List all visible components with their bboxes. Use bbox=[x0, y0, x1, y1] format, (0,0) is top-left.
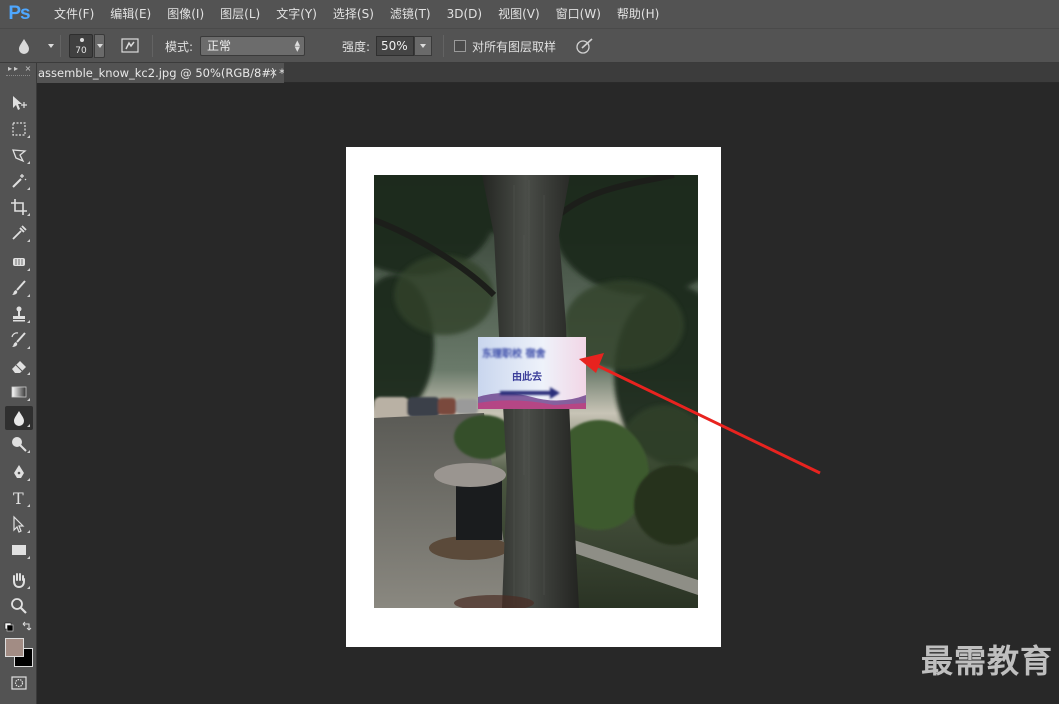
strength-input[interactable]: 50% bbox=[376, 36, 414, 56]
quick-mask-icon bbox=[11, 676, 27, 690]
marquee-tool[interactable] bbox=[5, 117, 33, 141]
mode-select[interactable]: 正常 ▲ ▼ bbox=[200, 36, 305, 56]
mode-label: 模式: bbox=[165, 39, 194, 54]
default-colors-icon[interactable] bbox=[4, 622, 14, 632]
shape-tool[interactable] bbox=[5, 538, 33, 562]
rectangle-shape-icon bbox=[12, 545, 26, 555]
strength-slider-button[interactable] bbox=[414, 36, 432, 56]
chevron-down-icon bbox=[48, 44, 54, 48]
brush-panel-icon bbox=[121, 38, 139, 53]
rect-marquee-icon bbox=[12, 122, 26, 136]
move-tool[interactable] bbox=[5, 91, 33, 115]
menu-items: 文件(F) 编辑(E) 图像(I) 图层(L) 文字(Y) 选择(S) 滤镜(T) 3D(D)… bbox=[46, 0, 667, 28]
hand-icon bbox=[13, 573, 25, 589]
crop-tool[interactable] bbox=[5, 195, 33, 219]
blur-drop-icon bbox=[14, 411, 24, 426]
gradient-icon bbox=[11, 386, 27, 398]
document-tab[interactable]: assemble_know_kc2.jpg @ 50%(RGB/8#) * × bbox=[36, 63, 284, 83]
eyedropper-tool[interactable] bbox=[5, 221, 33, 245]
eraser-tool[interactable] bbox=[5, 354, 33, 378]
spinner-arrows-icon: ▲ ▼ bbox=[294, 39, 300, 53]
brush-icon bbox=[12, 280, 26, 295]
sample-all-layers-checkbox[interactable] bbox=[454, 40, 466, 52]
gradient-tool[interactable] bbox=[5, 380, 33, 404]
pen-tool[interactable] bbox=[5, 460, 33, 484]
path-selection-tool[interactable] bbox=[5, 512, 33, 536]
magic-wand-tool[interactable] bbox=[5, 169, 33, 193]
blur-drop-icon bbox=[19, 39, 29, 54]
brush-size-preview[interactable]: 70 bbox=[69, 34, 93, 58]
menu-item-3[interactable]: 图层(L) bbox=[212, 0, 268, 28]
tool-preset-picker[interactable] bbox=[10, 29, 54, 63]
options-bar: 70 模式: 正常 ▲ ▼ 强度: 50% 对所有图层取样 bbox=[0, 28, 1059, 63]
brush-picker[interactable]: 70 bbox=[69, 29, 105, 63]
menu-item-8[interactable]: 视图(V) bbox=[490, 0, 548, 28]
menu-item-1[interactable]: 编辑(E) bbox=[102, 0, 159, 28]
zoom-icon bbox=[11, 598, 27, 614]
toolbox-header[interactable]: ▸▸ × bbox=[0, 63, 36, 75]
annotation-arrow bbox=[579, 353, 821, 475]
path-select-arrow-icon bbox=[13, 515, 25, 533]
type-icon: T bbox=[13, 489, 24, 507]
lasso-icon bbox=[12, 149, 27, 163]
document-tab-title: assemble_know_kc2.jpg @ 50%(RGB/8#) * bbox=[38, 66, 284, 80]
canvas-area[interactable]: 东理职校 宿舍 由此去 bbox=[38, 83, 1059, 704]
eraser-icon bbox=[12, 361, 26, 373]
svg-text:T: T bbox=[13, 489, 24, 507]
pen-icon bbox=[14, 465, 24, 478]
document-tab-bar: assemble_know_kc2.jpg @ 50%(RGB/8#) * × bbox=[0, 63, 1059, 83]
dodge-tool[interactable] bbox=[5, 432, 33, 456]
clone-stamp-tool[interactable] bbox=[5, 302, 33, 326]
toolbox-grip[interactable] bbox=[6, 75, 30, 81]
crop-icon bbox=[11, 199, 27, 215]
close-tab-icon[interactable]: × bbox=[269, 63, 278, 83]
blur-tool[interactable] bbox=[5, 406, 33, 430]
brush-panel-toggle[interactable] bbox=[120, 29, 140, 63]
move-icon bbox=[13, 96, 27, 110]
chevron-down-icon bbox=[96, 44, 103, 48]
menu-item-10[interactable]: 帮助(H) bbox=[609, 0, 667, 28]
menu-item-0[interactable]: 文件(F) bbox=[46, 0, 102, 28]
color-swap-controls bbox=[4, 621, 34, 633]
history-brush-tool[interactable] bbox=[5, 328, 33, 352]
color-swatches bbox=[5, 638, 35, 670]
menu-item-5[interactable]: 选择(S) bbox=[325, 0, 382, 28]
dodge-icon bbox=[12, 437, 27, 452]
pressure-pen-icon bbox=[576, 38, 593, 54]
menu-item-7[interactable]: 3D(D) bbox=[439, 0, 490, 28]
lasso-tool[interactable] bbox=[5, 143, 33, 167]
menu-item-2[interactable]: 图像(I) bbox=[159, 0, 212, 28]
bandage-icon bbox=[13, 258, 25, 266]
hand-tool[interactable] bbox=[5, 568, 33, 592]
brush-tool[interactable] bbox=[5, 276, 33, 300]
photoshop-logo: Ps bbox=[8, 3, 30, 24]
foreground-color-swatch[interactable] bbox=[5, 638, 24, 657]
menu-item-6[interactable]: 滤镜(T) bbox=[382, 0, 439, 28]
menu-bar: Ps 文件(F) 编辑(E) 图像(I) 图层(L) 文字(Y) 选择(S) 滤镜(T) 3D… bbox=[0, 0, 1059, 28]
pressure-button[interactable] bbox=[574, 29, 596, 63]
menu-item-4[interactable]: 文字(Y) bbox=[268, 0, 325, 28]
chevron-down-icon bbox=[420, 44, 426, 48]
zoom-tool[interactable] bbox=[5, 594, 33, 618]
eyedropper-icon bbox=[12, 225, 27, 240]
quick-mask-tool[interactable] bbox=[5, 672, 33, 694]
sample-all-layers-label: 对所有图层取样 bbox=[472, 39, 557, 54]
healing-brush-tool[interactable] bbox=[5, 250, 33, 274]
swap-colors-icon[interactable] bbox=[22, 621, 32, 631]
toolbox: ▸▸ × T bbox=[0, 63, 37, 704]
stamp-icon bbox=[13, 306, 25, 322]
mode-select-value: 正常 bbox=[207, 39, 232, 53]
menu-item-9[interactable]: 窗口(W) bbox=[548, 0, 609, 28]
magic-wand-icon bbox=[12, 174, 27, 188]
watermark-text: 最需教育 bbox=[920, 642, 1053, 680]
type-tool[interactable]: T bbox=[5, 486, 33, 510]
history-brush-icon bbox=[11, 332, 26, 347]
strength-label: 强度: bbox=[342, 39, 371, 54]
brush-dropdown-button[interactable] bbox=[94, 34, 105, 58]
